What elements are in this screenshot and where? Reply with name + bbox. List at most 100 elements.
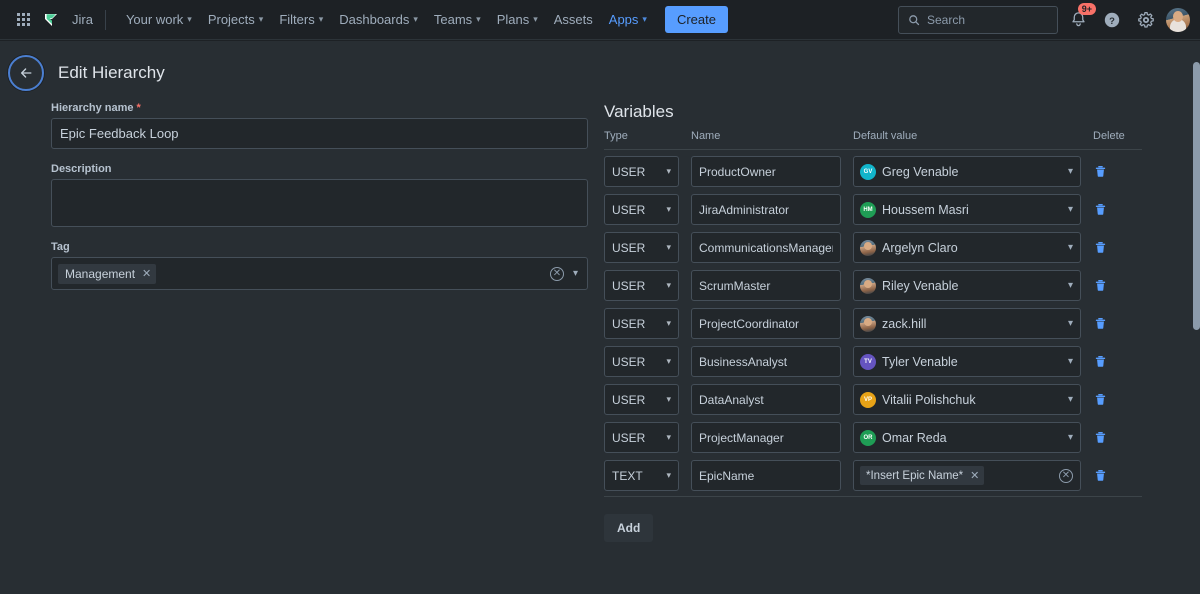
nav-item-filters[interactable]: Filters ▾ <box>271 3 331 36</box>
search-icon <box>909 14 920 25</box>
nav-divider <box>104 9 106 30</box>
jira-product-label[interactable]: Jira <box>72 12 93 27</box>
row-spacer <box>604 187 1153 194</box>
variable-name-input[interactable] <box>691 308 841 339</box>
search-input[interactable]: Search <box>898 5 1058 34</box>
nav-label: Assets <box>553 12 593 27</box>
trash-icon <box>1095 317 1106 329</box>
add-variable-button[interactable]: Add <box>604 514 654 542</box>
delete-variable-button[interactable] <box>1093 430 1109 446</box>
clear-circle-icon[interactable]: ✕ <box>1059 468 1073 483</box>
create-button[interactable]: Create <box>664 6 728 33</box>
settings-button[interactable] <box>1132 6 1160 34</box>
variable-type-value: TEXT <box>612 468 643 483</box>
chevron-down-icon: ▾ <box>666 280 671 290</box>
nav-item-dashboards[interactable]: Dashboards ▾ <box>331 3 426 36</box>
variable-name-input[interactable] <box>691 422 841 453</box>
nav-item-apps[interactable]: Apps ▾ <box>601 3 655 46</box>
variable-type-select[interactable]: USER ▾ <box>604 232 679 263</box>
variable-type-select[interactable]: USER ▾ <box>604 346 679 377</box>
nav-item-assets[interactable]: Assets <box>546 3 601 36</box>
delete-variable-button[interactable] <box>1093 468 1109 484</box>
variable-type-select[interactable]: TEXT ▾ <box>604 460 679 491</box>
arrow-left-icon <box>20 68 32 78</box>
variable-type-value: USER <box>612 430 646 445</box>
app-switcher-button[interactable] <box>10 7 36 33</box>
variable-value-select[interactable]: zack.hill ▾ <box>853 308 1081 339</box>
tag-select[interactable]: Management ✕ ✕ ▾ <box>51 257 588 290</box>
variable-value-label: Argelyn Claro <box>882 240 958 255</box>
chevron-down-icon: ▾ <box>666 242 671 252</box>
variable-value-tagfield[interactable]: *Insert Epic Name* ✕ ✕ <box>853 460 1081 491</box>
variable-type-select[interactable]: USER ▾ <box>604 270 679 301</box>
variable-type-select[interactable]: USER ▾ <box>604 194 679 225</box>
row-spacer <box>604 225 1153 232</box>
tag-chip-label: Management <box>65 266 136 281</box>
variable-value-label: Vitalii Polishchuk <box>882 392 976 407</box>
nav-item-teams[interactable]: Teams ▾ <box>426 3 489 36</box>
close-icon[interactable]: ✕ <box>142 267 151 280</box>
field-tag: Tag Management ✕ ✕ ▾ <box>51 241 588 290</box>
delete-variable-button[interactable] <box>1093 240 1109 256</box>
chevron-down-icon: ▾ <box>476 14 481 24</box>
variable-value-select[interactable]: Argelyn Claro ▾ <box>853 232 1081 263</box>
chevron-down-icon: ▾ <box>187 14 192 24</box>
help-button[interactable]: ? <box>1098 6 1126 34</box>
row-spacer <box>604 415 1153 422</box>
variable-type-value: USER <box>612 240 646 255</box>
nav-label: Dashboards <box>339 12 410 27</box>
delete-variable-button[interactable] <box>1093 354 1109 370</box>
variable-type-select[interactable]: USER ▾ <box>604 308 679 339</box>
variable-type-select[interactable]: USER ▾ <box>604 422 679 453</box>
trash-icon <box>1095 165 1106 177</box>
variable-name-input[interactable] <box>691 156 841 187</box>
scrollbar-thumb[interactable] <box>1193 62 1200 330</box>
close-icon[interactable]: ✕ <box>970 469 979 482</box>
variable-type-select[interactable]: USER ▾ <box>604 156 679 187</box>
hierarchy-name-input[interactable] <box>51 118 588 149</box>
hierarchy-form: Hierarchy name * Description Tag Managem… <box>51 102 588 542</box>
page-scrollbar[interactable] <box>1192 41 1200 594</box>
hierarchy-name-label: Hierarchy name * <box>51 102 588 114</box>
delete-variable-button[interactable] <box>1093 392 1109 408</box>
nav-label: Apps <box>608 12 639 27</box>
variable-name-input[interactable] <box>691 270 841 301</box>
main-content: Edit Hierarchy Hierarchy name * Descript… <box>0 41 1192 594</box>
variable-type-select[interactable]: USER ▾ <box>604 384 679 415</box>
notifications-button[interactable]: 9+ <box>1064 2 1096 34</box>
chevron-down-icon: ▾ <box>666 470 671 480</box>
variable-value-select[interactable]: VP Vitalii Polishchuk ▾ <box>853 384 1081 415</box>
variable-name-input[interactable] <box>691 194 841 225</box>
user-avatar[interactable] <box>1166 7 1190 32</box>
variable-value-label: Riley Venable <box>882 278 959 293</box>
row-spacer <box>604 453 1153 460</box>
variable-value-select[interactable]: GV Greg Venable ▾ <box>853 156 1081 187</box>
variable-value-select[interactable]: HM Houssem Masri ▾ <box>853 194 1081 225</box>
variable-name-input[interactable] <box>691 384 841 415</box>
variable-name-input[interactable] <box>691 460 841 491</box>
description-textarea[interactable] <box>51 179 588 227</box>
delete-variable-button[interactable] <box>1093 278 1109 294</box>
variable-name-input[interactable] <box>691 232 841 263</box>
nav-item-plans[interactable]: Plans ▾ <box>489 3 546 36</box>
back-button[interactable] <box>8 55 44 91</box>
chevron-down-icon[interactable]: ▾ <box>573 268 578 279</box>
variable-type-value: USER <box>612 164 646 179</box>
variable-value-select[interactable]: Riley Venable ▾ <box>853 270 1081 301</box>
variable-name-input[interactable] <box>691 346 841 377</box>
clear-circle-icon[interactable]: ✕ <box>549 266 564 281</box>
delete-variable-button[interactable] <box>1093 202 1109 218</box>
nav-item-your-work[interactable]: Your work ▾ <box>118 3 200 36</box>
variable-value-select[interactable]: OR Omar Reda ▾ <box>853 422 1081 453</box>
svg-text:?: ? <box>1109 15 1115 26</box>
variable-value-label: Omar Reda <box>882 430 947 445</box>
delete-variable-button[interactable] <box>1093 164 1109 180</box>
question-circle-icon: ? <box>1104 12 1120 27</box>
jira-logo-icon[interactable] <box>40 8 64 32</box>
nav-item-projects[interactable]: Projects ▾ <box>200 3 272 36</box>
variable-value-select[interactable]: TV Tyler Venable ▾ <box>853 346 1081 377</box>
tag-chip[interactable]: Management ✕ <box>58 263 157 284</box>
field-hierarchy-name: Hierarchy name * <box>51 102 588 149</box>
variable-value-chip[interactable]: *Insert Epic Name* ✕ <box>860 466 985 485</box>
delete-variable-button[interactable] <box>1093 316 1109 332</box>
